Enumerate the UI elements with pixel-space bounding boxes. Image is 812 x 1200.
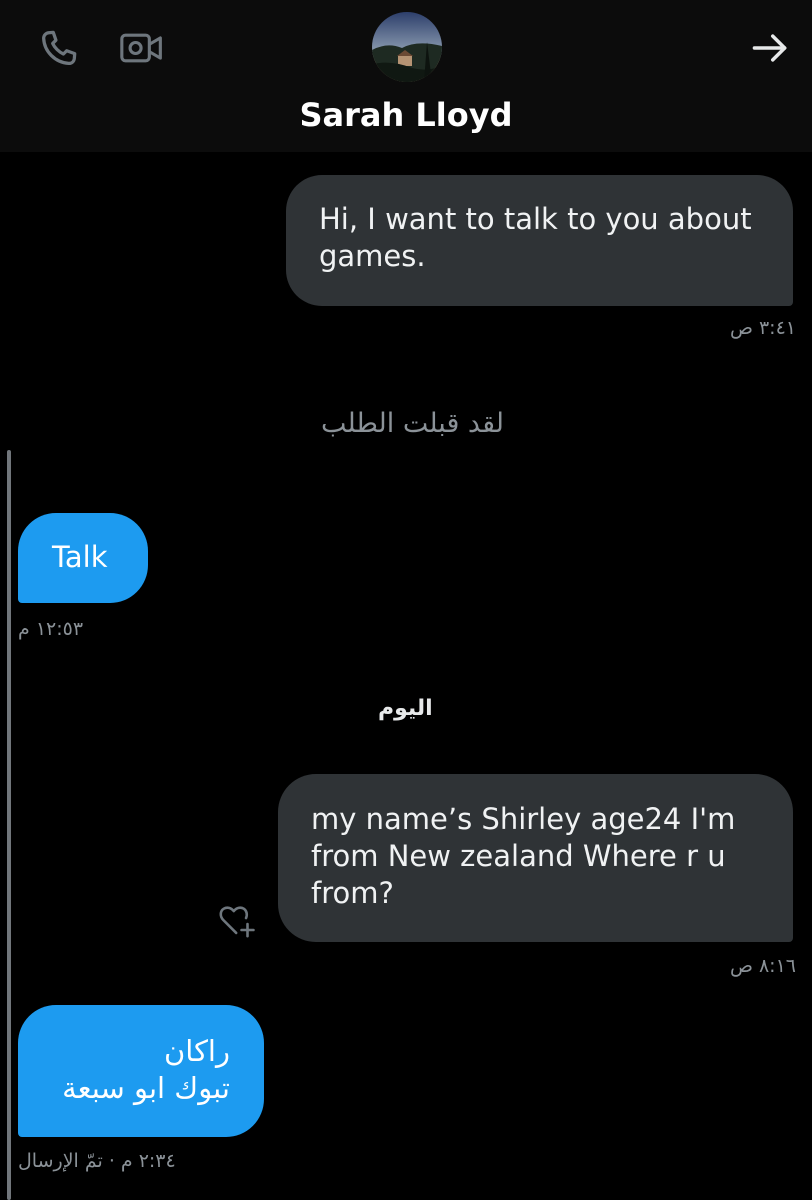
phone-icon[interactable]: [36, 26, 82, 72]
video-call-icon[interactable]: [118, 26, 166, 70]
thread-line: [7, 450, 11, 1200]
message-bubble[interactable]: راكان تبوك ابو سبعة: [18, 1005, 264, 1137]
heart-add-icon[interactable]: [216, 900, 258, 940]
message-bubble[interactable]: my name’s Shirley age24 I'm from New zea…: [278, 774, 793, 942]
day-separator: اليوم: [378, 696, 433, 721]
message-timestamp: ٣:٤١ ص: [729, 317, 796, 339]
conversation-header: Sarah Lloyd: [0, 0, 812, 152]
avatar[interactable]: [372, 12, 442, 82]
message-bubble[interactable]: Talk: [18, 513, 148, 603]
contact-name[interactable]: Sarah Lloyd: [0, 96, 812, 134]
message-timestamp: ٢:٣٤ م · تمّ الإرسال: [18, 1150, 176, 1172]
message-timestamp: ٨:١٦ ص: [729, 955, 796, 977]
system-message: لقد قبلت الطلب: [320, 408, 504, 439]
arrow-right-icon[interactable]: [748, 26, 792, 70]
message-bubble[interactable]: Hi, I want to talk to you about games.: [286, 175, 793, 306]
message-timestamp: ١٢:٥٣ م: [18, 618, 84, 640]
